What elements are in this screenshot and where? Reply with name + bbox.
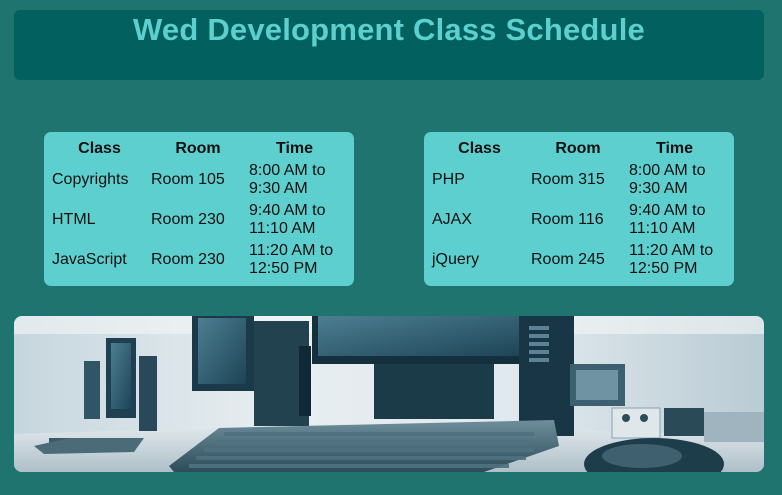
time-start: 8:00 AM to bbox=[629, 162, 706, 179]
class-cell: AJAX bbox=[432, 211, 473, 228]
table-row: PHP Room 315 8:00 AM to 9:30 AM bbox=[430, 160, 722, 200]
class-cell: Copyrights bbox=[52, 171, 129, 188]
class-cell: jQuery bbox=[432, 251, 480, 268]
table-row: jQuery Room 245 11:20 AM to 12:50 PM bbox=[430, 240, 722, 280]
table-row: JavaScript Room 230 11:20 AM to 12:50 PM bbox=[50, 240, 342, 280]
page-title: Wed Development Class Schedule bbox=[133, 12, 645, 47]
schedule-table-right: Class Room Time PHP Room 315 8:00 AM to 9… bbox=[424, 132, 734, 286]
table-header-row: Class Room Time bbox=[50, 138, 342, 160]
time-cell: 9:40 AM to 11:10 AM bbox=[247, 200, 342, 240]
class-cell: JavaScript bbox=[52, 251, 127, 268]
time-start: 9:40 AM to bbox=[249, 202, 326, 219]
time-end: 12:50 PM bbox=[629, 260, 698, 277]
time-cell: 9:40 AM to 11:10 AM bbox=[627, 200, 722, 240]
room-cell: Room 105 bbox=[151, 171, 225, 188]
room-cell: Room 245 bbox=[531, 251, 605, 268]
table-row: Copyrights Room 105 8:00 AM to 9:30 AM bbox=[50, 160, 342, 200]
column-header-time: Time bbox=[655, 140, 694, 157]
column-header-class: Class bbox=[458, 140, 501, 157]
table-row: AJAX Room 116 9:40 AM to 11:10 AM bbox=[430, 200, 722, 240]
room-cell: Room 230 bbox=[151, 211, 225, 228]
class-cell: PHP bbox=[432, 171, 465, 188]
page-header: Wed Development Class Schedule bbox=[14, 10, 764, 80]
time-end: 9:30 AM bbox=[249, 180, 308, 197]
time-cell: 8:00 AM to 9:30 AM bbox=[247, 160, 342, 200]
time-end: 11:10 AM bbox=[249, 220, 316, 237]
time-start: 8:00 AM to bbox=[249, 162, 326, 179]
time-cell: 11:20 AM to 12:50 PM bbox=[247, 240, 342, 280]
table-header-row: Class Room Time bbox=[430, 138, 722, 160]
room-cell: Room 116 bbox=[531, 211, 604, 228]
time-start: 11:20 AM to bbox=[629, 242, 714, 259]
column-header-room: Room bbox=[175, 140, 221, 157]
column-header-room: Room bbox=[555, 140, 601, 157]
time-end: 11:10 AM bbox=[629, 220, 696, 237]
room-cell: Room 230 bbox=[151, 251, 225, 268]
table-row: HTML Room 230 9:40 AM to 11:10 AM bbox=[50, 200, 342, 240]
column-header-time: Time bbox=[275, 140, 314, 157]
room-cell: Room 315 bbox=[531, 171, 605, 188]
time-end: 9:30 AM bbox=[629, 180, 688, 197]
class-cell: HTML bbox=[52, 211, 96, 228]
computer-lab-photo bbox=[14, 316, 764, 472]
time-start: 9:40 AM to bbox=[629, 202, 706, 219]
schedule-table-left: Class Room Time Copyrights Room 105 8:00… bbox=[44, 132, 354, 286]
time-cell: 8:00 AM to 9:30 AM bbox=[627, 160, 722, 200]
time-end: 12:50 PM bbox=[249, 260, 318, 277]
time-cell: 11:20 AM to 12:50 PM bbox=[627, 240, 722, 280]
computer-lab-illustration bbox=[14, 316, 764, 472]
time-start: 11:20 AM to bbox=[249, 242, 334, 259]
column-header-class: Class bbox=[78, 140, 121, 157]
